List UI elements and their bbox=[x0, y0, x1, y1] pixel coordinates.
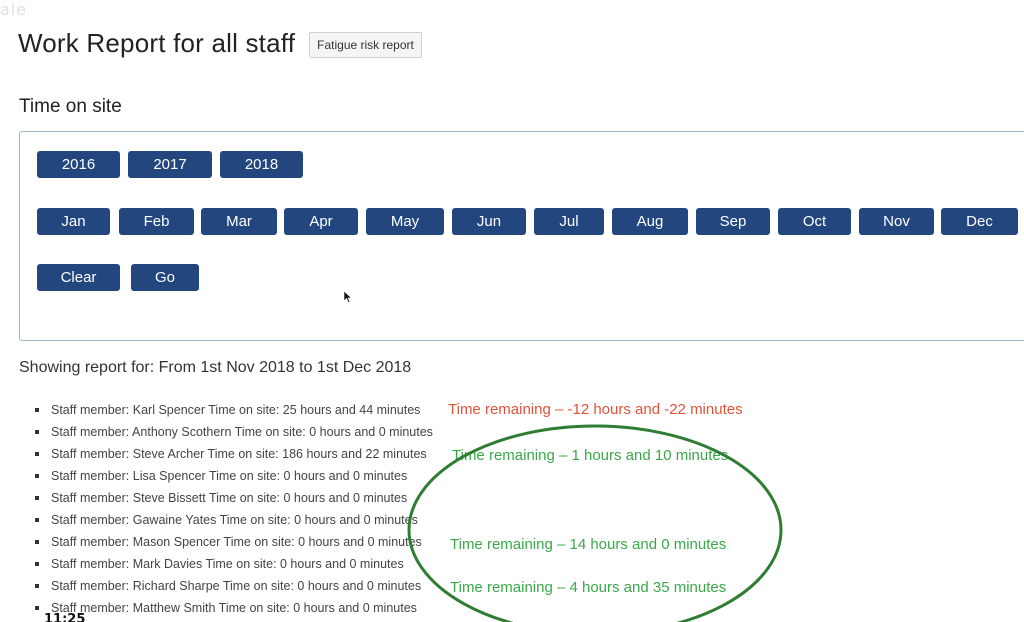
bullet bbox=[35, 540, 39, 544]
staff-text: Staff member: Karl Spencer Time on site:… bbox=[51, 403, 421, 417]
staff-text: Staff member: Mark Davies Time on site: … bbox=[51, 557, 404, 571]
month-button-feb[interactable]: Feb bbox=[119, 208, 194, 235]
bullet bbox=[35, 606, 39, 610]
mouse-cursor-icon bbox=[343, 291, 353, 303]
staff-text: Staff member: Steve Bissett Time on site… bbox=[51, 491, 408, 505]
month-button-aug[interactable]: Aug bbox=[612, 208, 688, 235]
staff-list-item: Staff member: Steve Archer Time on site:… bbox=[33, 444, 433, 466]
report-range-text: Showing report for: From 1st Nov 2018 to… bbox=[19, 359, 412, 376]
month-button-jan[interactable]: Jan bbox=[37, 208, 110, 235]
staff-text: Staff member: Steve Archer Time on site:… bbox=[51, 447, 427, 461]
staff-list-item: Staff member: Anthony Scothern Time on s… bbox=[33, 422, 433, 444]
time-remaining-karl: Time remaining – -12 hours and -22 minut… bbox=[448, 401, 743, 418]
month-button-sep[interactable]: Sep bbox=[696, 208, 770, 235]
bullet bbox=[35, 496, 39, 500]
staff-list-item: Staff member: Karl Spencer Time on site:… bbox=[33, 400, 433, 422]
bullet bbox=[35, 430, 39, 434]
staff-text: Staff member: Lisa Spencer Time on site:… bbox=[51, 469, 408, 483]
staff-list-item: Staff member: Lisa Spencer Time on site:… bbox=[33, 466, 433, 488]
bullet bbox=[35, 474, 39, 478]
staff-list-item: Staff member: Steve Bissett Time on site… bbox=[33, 488, 433, 510]
title-row: Work Report for all staff Fatigue risk r… bbox=[18, 28, 422, 59]
month-button-jul[interactable]: Jul bbox=[534, 208, 604, 235]
staff-list-item: Staff member: Matthew Smith Time on site… bbox=[33, 598, 433, 620]
staff-text: Staff member: Anthony Scothern Time on s… bbox=[51, 425, 433, 439]
staff-text: Staff member: Mason Spencer Time on site… bbox=[51, 535, 422, 549]
staff-list-item: Staff member: Mark Davies Time on site: … bbox=[33, 554, 433, 576]
staff-list-item: Staff member: Gawaine Yates Time on site… bbox=[33, 510, 433, 532]
fatigue-risk-report-button[interactable]: Fatigue risk report bbox=[309, 31, 422, 58]
bullet bbox=[35, 518, 39, 522]
bullet bbox=[35, 584, 39, 588]
staff-text: Staff member: Matthew Smith Time on site… bbox=[51, 601, 417, 615]
time-remaining-steve-archer: Time remaining – 1 hours and 10 minutes bbox=[452, 447, 729, 464]
page: ale Work Report for all staff Fatigue ri… bbox=[0, 0, 1024, 622]
month-button-jun[interactable]: Jun bbox=[452, 208, 526, 235]
month-button-nov[interactable]: Nov bbox=[859, 208, 934, 235]
year-button-2017[interactable]: 2017 bbox=[128, 151, 212, 178]
month-button-may[interactable]: May bbox=[366, 208, 444, 235]
bullet bbox=[35, 408, 39, 412]
staff-text: Staff member: Gawaine Yates Time on site… bbox=[51, 513, 418, 527]
month-button-dec[interactable]: Dec bbox=[941, 208, 1018, 235]
staff-text: Staff member: Richard Sharpe Time on sit… bbox=[51, 579, 422, 593]
time-remaining-richard: Time remaining – 4 hours and 35 minutes bbox=[450, 579, 727, 596]
staff-list: Staff member: Karl Spencer Time on site:… bbox=[33, 400, 433, 620]
staff-list-item: Staff member: Richard Sharpe Time on sit… bbox=[33, 576, 433, 598]
video-timestamp: 11:25 bbox=[44, 612, 86, 622]
bullet bbox=[35, 562, 39, 566]
time-remaining-mason: Time remaining – 14 hours and 0 minutes bbox=[450, 536, 727, 553]
go-button[interactable]: Go bbox=[131, 264, 199, 291]
year-button-2018[interactable]: 2018 bbox=[220, 151, 303, 178]
year-button-2016[interactable]: 2016 bbox=[37, 151, 120, 178]
month-button-apr[interactable]: Apr bbox=[284, 208, 358, 235]
staff-list-item: Staff member: Mason Spencer Time on site… bbox=[33, 532, 433, 554]
page-title: Work Report for all staff bbox=[18, 28, 296, 58]
corner-watermark: ale bbox=[0, 0, 28, 19]
section-title: Time on site bbox=[19, 96, 122, 117]
month-button-oct[interactable]: Oct bbox=[778, 208, 851, 235]
bullet bbox=[35, 452, 39, 456]
month-button-mar[interactable]: Mar bbox=[201, 208, 277, 235]
clear-button[interactable]: Clear bbox=[37, 264, 120, 291]
